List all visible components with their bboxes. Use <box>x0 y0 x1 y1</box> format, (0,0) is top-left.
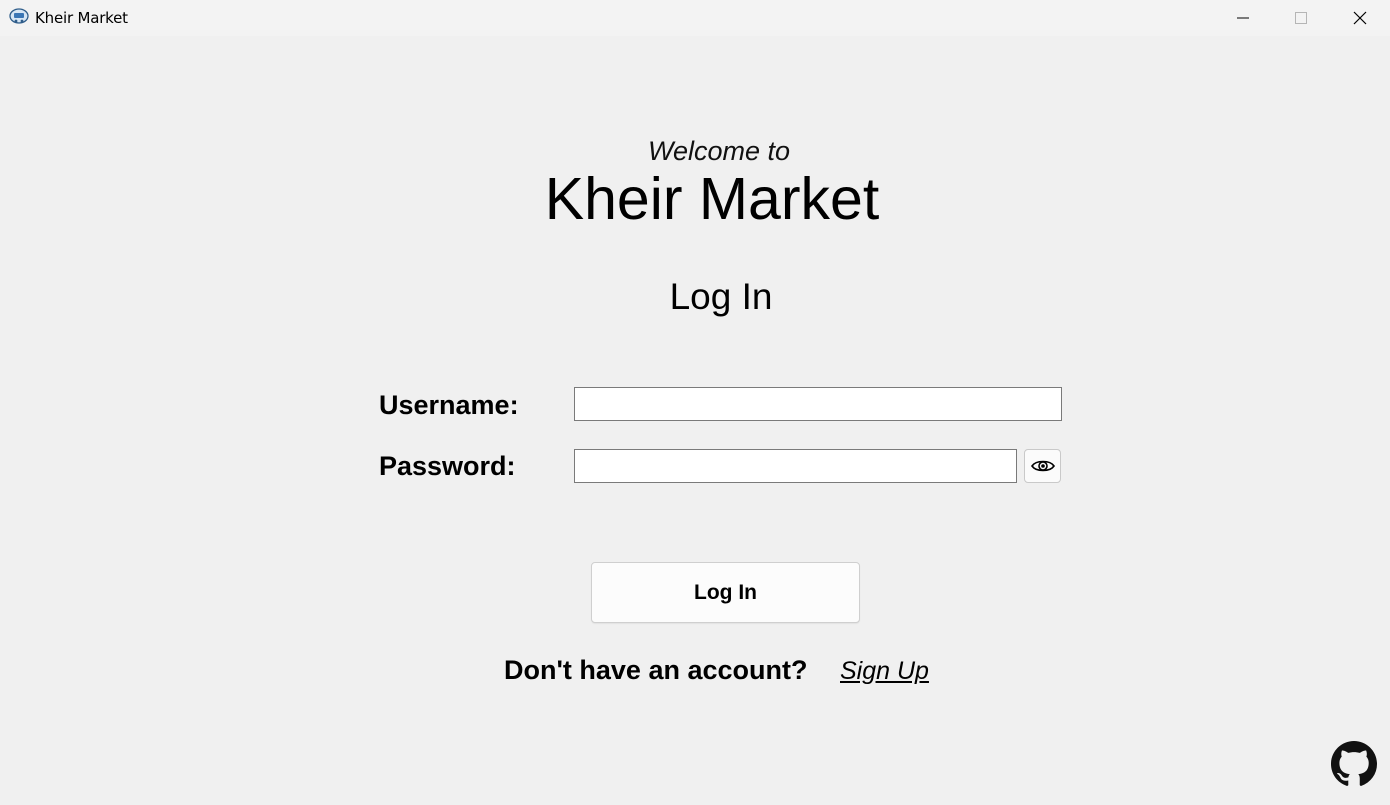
login-heading: Log In <box>669 276 773 317</box>
window-title: Kheir Market <box>35 9 128 27</box>
title-bar[interactable]: Kheir Market <box>0 0 1390 36</box>
no-account-text: Don't have an account? <box>504 655 808 685</box>
password-label: Password: <box>379 451 516 481</box>
password-input[interactable] <box>574 449 1017 483</box>
brand-title: Kheir Market <box>544 166 880 232</box>
github-link[interactable] <box>1331 741 1377 787</box>
maximize-button[interactable] <box>1272 0 1330 36</box>
show-password-button[interactable] <box>1024 449 1061 483</box>
minimize-icon <box>1237 17 1249 19</box>
github-icon <box>1331 741 1377 786</box>
app-cart-icon <box>9 8 29 26</box>
welcome-text: Welcome to <box>647 136 791 166</box>
maximize-icon <box>1295 12 1307 24</box>
close-button[interactable] <box>1331 0 1389 36</box>
close-icon <box>1353 11 1367 25</box>
eye-icon <box>1030 460 1055 472</box>
login-button[interactable]: Log In <box>591 562 860 623</box>
username-input[interactable] <box>574 387 1062 421</box>
username-label: Username: <box>379 390 519 420</box>
signup-link[interactable]: Sign Up <box>840 657 929 686</box>
login-window: Kheir Market Welcome to Kheir Market Log… <box>0 0 1390 805</box>
minimize-button[interactable] <box>1214 0 1272 36</box>
